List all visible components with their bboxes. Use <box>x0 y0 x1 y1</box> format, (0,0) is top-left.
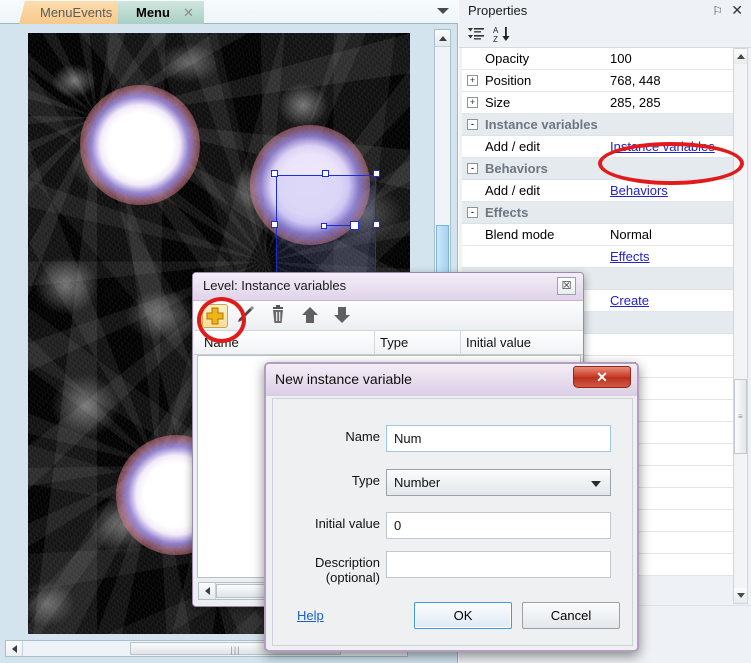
properties-scroll-up-button[interactable] <box>734 49 747 64</box>
resize-handle-nw[interactable] <box>271 170 278 177</box>
property-row[interactable]: Blend mode Normal <box>462 224 742 246</box>
origin-point-marker[interactable] <box>321 223 327 229</box>
property-row[interactable]: Add / edit Instance variables <box>462 136 742 158</box>
properties-panel-title: Properties <box>468 3 527 18</box>
new-variable-dialog-title: New instance variable <box>275 371 412 387</box>
resize-handle-e[interactable] <box>373 221 380 228</box>
level-dialog-toolbar <box>194 301 584 331</box>
collapse-icon[interactable]: - <box>467 207 478 218</box>
properties-vertical-scrollbar[interactable]: ≡ <box>733 48 748 604</box>
property-name: Instance variables <box>485 114 598 136</box>
type-field-label: Type <box>352 473 380 488</box>
tab-close-icon[interactable]: ✕ <box>183 1 194 24</box>
level-dialog-close-button[interactable]: ☒ <box>557 277 576 295</box>
properties-panel-header: Properties ⚐ ✕ <box>459 0 751 22</box>
property-value: 100 <box>610 48 632 70</box>
property-row[interactable]: + Size 285, 285 <box>462 92 742 114</box>
property-link[interactable]: Create <box>610 290 649 312</box>
tab-menu[interactable]: Menu ✕ <box>118 1 204 24</box>
property-name: Add / edit <box>485 180 540 202</box>
type-select[interactable]: Number <box>386 469 611 496</box>
resize-handle-n[interactable] <box>322 170 329 177</box>
ok-button[interactable]: OK <box>414 602 512 629</box>
properties-toolbar: A Z <box>459 22 751 48</box>
name-field-label: Name <box>345 429 380 444</box>
column-header-name[interactable]: Name <box>204 335 239 350</box>
tab-strip: MenuEvents Menu ✕ <box>0 0 458 24</box>
property-row[interactable]: -Behaviors <box>462 158 742 180</box>
variables-grid-header: Name Type Initial value <box>194 331 584 355</box>
collapse-icon[interactable]: - <box>467 119 478 130</box>
scroll-thumb-grip-icon: ≡ <box>738 413 743 420</box>
property-value: 768, 448 <box>610 70 661 92</box>
column-divider-1[interactable] <box>374 331 375 355</box>
property-value: Normal <box>610 224 652 246</box>
edit-variable-button[interactable] <box>234 304 260 328</box>
tab-menu-events[interactable]: MenuEvents <box>19 1 129 24</box>
property-name: Opacity <box>485 48 529 70</box>
level-dialog-titlebar[interactable]: Level: Instance variables ☒ <box>193 273 583 301</box>
property-row[interactable]: -Effects <box>462 202 742 224</box>
add-variable-button[interactable] <box>202 304 228 328</box>
help-link[interactable]: Help <box>297 608 324 623</box>
property-row[interactable]: + Position 768, 448 <box>462 70 742 92</box>
svg-text:Z: Z <box>493 35 498 43</box>
pin-icon[interactable]: ⚐ <box>712 4 723 18</box>
cancel-button[interactable]: Cancel <box>522 602 620 629</box>
resize-handle-w[interactable] <box>271 221 278 228</box>
new-variable-close-button[interactable]: ✕ <box>573 366 631 388</box>
properties-scroll-thumb[interactable]: ≡ <box>734 379 747 454</box>
column-header-initial-value[interactable]: Initial value <box>466 335 531 350</box>
property-row[interactable]: -Instance variables <box>462 114 742 136</box>
description-field[interactable] <box>386 551 611 578</box>
column-divider-2[interactable] <box>460 331 461 355</box>
property-name: Blend mode <box>485 224 554 246</box>
expand-icon[interactable]: + <box>467 97 478 108</box>
property-name: Effects <box>485 202 528 224</box>
property-name: Position <box>485 70 531 92</box>
close-icon[interactable]: ✕ <box>731 2 743 19</box>
property-name: Size <box>485 92 510 114</box>
property-row[interactable]: Opacity 100 <box>462 48 742 70</box>
new-instance-variable-dialog[interactable]: New instance variable ✕ Name Num Type Nu… <box>264 362 639 652</box>
expand-icon[interactable]: + <box>467 75 478 86</box>
level-scroll-left-button[interactable] <box>199 583 216 599</box>
property-row[interactable]: Add / edit Behaviors <box>462 180 742 202</box>
description-field-label-line2: (optional) <box>273 570 380 585</box>
tab-menu-label: Menu <box>136 5 170 20</box>
light-orb-1[interactable] <box>80 85 200 205</box>
properties-scroll-down-button[interactable] <box>734 588 747 603</box>
column-header-type[interactable]: Type <box>380 335 408 350</box>
categorized-view-icon[interactable] <box>467 25 485 43</box>
new-variable-form: Name Num Type Number Initial value 0 Des… <box>272 398 633 646</box>
initial-value-field[interactable]: 0 <box>386 512 611 539</box>
alphabetical-sort-icon[interactable]: A Z <box>493 25 513 43</box>
name-field[interactable]: Num <box>386 425 611 452</box>
tab-menu-events-label: MenuEvents <box>40 1 112 24</box>
scroll-left-button[interactable] <box>6 641 23 656</box>
image-point-handle[interactable] <box>350 221 359 230</box>
move-up-button[interactable] <box>298 304 324 328</box>
scroll-thumb-grip-icon: ||| <box>230 646 240 654</box>
property-name: Behaviors <box>485 158 548 180</box>
svg-text:A: A <box>493 26 499 35</box>
origin-direction-line <box>327 225 351 226</box>
collapse-icon[interactable]: - <box>467 163 478 174</box>
delete-variable-button[interactable] <box>266 304 292 328</box>
initial-value-field-label: Initial value <box>315 516 380 531</box>
move-down-button[interactable] <box>330 304 356 328</box>
level-dialog-title: Level: Instance variables <box>203 278 346 293</box>
property-link[interactable]: Effects <box>610 246 650 268</box>
chevron-down-icon[interactable] <box>591 481 601 487</box>
scroll-up-button[interactable] <box>435 30 450 47</box>
property-value: 285, 285 <box>610 92 661 114</box>
chevron-down-icon[interactable] <box>437 8 449 14</box>
property-link[interactable]: Instance variables <box>610 136 715 158</box>
property-link[interactable]: Behaviors <box>610 180 668 202</box>
description-field-label-line1: Description <box>273 555 380 570</box>
resize-handle-ne[interactable] <box>373 170 380 177</box>
property-row[interactable]: Effects <box>462 246 742 268</box>
type-select-value: Number <box>394 475 440 490</box>
property-name: Add / edit <box>485 136 540 158</box>
